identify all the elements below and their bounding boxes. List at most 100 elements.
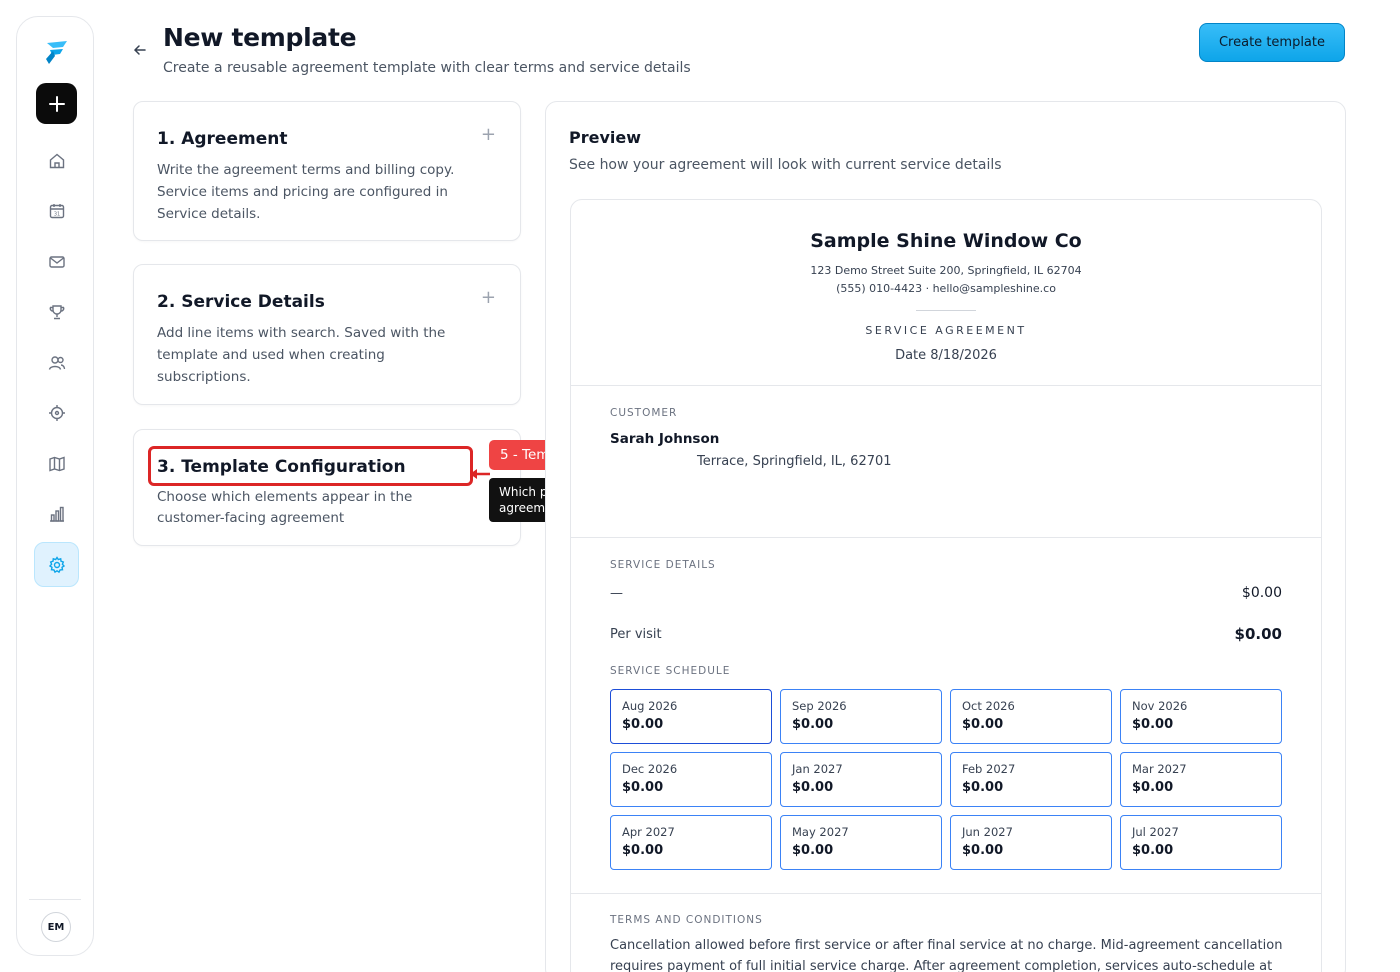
- home-icon: [49, 153, 64, 168]
- schedule-cell: Sep 2026 $0.00: [780, 689, 942, 744]
- document-date: Date 8/18/2026: [895, 348, 997, 363]
- divider: [571, 893, 1321, 894]
- sidebar-item-home[interactable]: [34, 138, 79, 183]
- schedule-amount: $0.00: [622, 717, 664, 732]
- calendar-icon: 31: [49, 203, 64, 218]
- app-logo[interactable]: [41, 37, 71, 67]
- schedule-month: Nov 2026: [1132, 699, 1188, 713]
- section-description: Write the agreement terms and billing co…: [157, 162, 455, 222]
- service-schedule-label: SERVICE SCHEDULE: [610, 665, 731, 677]
- schedule-month: Mar 2027: [1132, 762, 1187, 776]
- header-rule: [916, 310, 976, 311]
- schedule-amount: $0.00: [792, 717, 834, 732]
- schedule-month: Jun 2027: [962, 825, 1013, 839]
- section-card-service-details[interactable]: 2. Service Details + Add line items with…: [133, 264, 521, 405]
- schedule-cell: Nov 2026 $0.00: [1120, 689, 1282, 744]
- schedule-amount: $0.00: [792, 780, 834, 795]
- per-visit-label: Per visit: [610, 627, 662, 642]
- page-subtitle: Create a reusable agreement template wit…: [163, 60, 691, 76]
- sidebar-item-map[interactable]: [34, 441, 79, 486]
- schedule-cell: Aug 2026 $0.00: [610, 689, 772, 744]
- map-icon: [48, 456, 65, 471]
- schedule-month: Aug 2026: [622, 699, 678, 713]
- company-contact: (555) 010-4423 · hello@sampleshine.co: [836, 282, 1056, 295]
- schedule-month: Feb 2027: [962, 762, 1016, 776]
- customer-label: CUSTOMER: [610, 407, 678, 419]
- schedule-month: Jul 2027: [1132, 825, 1179, 839]
- section-title: 2. Service Details: [157, 292, 325, 312]
- users-icon: [48, 355, 65, 370]
- customer-address: Terrace, Springfield, IL, 62701: [697, 454, 892, 469]
- company-address: 123 Demo Street Suite 200, Springfield, …: [810, 264, 1082, 277]
- create-template-button[interactable]: Create template: [1199, 23, 1345, 62]
- page-title: New template: [163, 23, 357, 52]
- annotation-highlight: [148, 446, 473, 486]
- section-card-agreement[interactable]: 1. Agreement + Write the agreement terms…: [133, 101, 521, 241]
- schedule-month: Sep 2026: [792, 699, 847, 713]
- sidebar-divider: [29, 899, 81, 900]
- schedule-month: Jan 2027: [792, 762, 843, 776]
- back-button[interactable]: [130, 40, 150, 60]
- schedule-month: Oct 2026: [962, 699, 1015, 713]
- agreement-document: Sample Shine Window Co 123 Demo Street S…: [570, 199, 1322, 972]
- schedule-cell: May 2027 $0.00: [780, 815, 942, 870]
- schedule-cell: Mar 2027 $0.00: [1120, 752, 1282, 807]
- preview-subtitle: See how your agreement will look with cu…: [569, 157, 1002, 173]
- sidebar-item-calendar[interactable]: 31: [34, 188, 79, 233]
- document-type: SERVICE AGREEMENT: [865, 324, 1027, 337]
- service-item-price: $0.00: [1241, 585, 1282, 601]
- schedule-amount: $0.00: [962, 717, 1004, 732]
- trophy-icon: [49, 304, 64, 319]
- mail-icon: [48, 255, 65, 268]
- sidebar-item-reports[interactable]: [34, 491, 79, 536]
- service-item-name: —: [610, 586, 623, 601]
- expand-plus-icon[interactable]: +: [481, 126, 496, 144]
- section-title: 1. Agreement: [157, 129, 288, 149]
- divider: [571, 537, 1321, 538]
- schedule-month: May 2027: [792, 825, 849, 839]
- service-schedule-grid: Aug 2026 $0.00 Sep 2026 $0.00 Oct 2026 $0.0…: [610, 689, 1283, 870]
- sidebar-item-trophy[interactable]: [34, 289, 79, 334]
- schedule-amount: $0.00: [962, 843, 1004, 858]
- divider: [571, 385, 1321, 386]
- service-details-label: SERVICE DETAILS: [610, 559, 716, 571]
- section-description: Choose which elements appear in the cust…: [157, 489, 413, 526]
- sidebar-item-target[interactable]: [34, 390, 79, 435]
- sidebar-item-settings[interactable]: [34, 542, 79, 587]
- sidebar-item-mail[interactable]: [34, 239, 79, 284]
- user-avatar[interactable]: EM: [41, 912, 71, 942]
- preview-panel: Preview See how your agreement will look…: [545, 101, 1346, 972]
- terms-label: TERMS AND CONDITIONS: [610, 914, 763, 926]
- schedule-cell: Apr 2027 $0.00: [610, 815, 772, 870]
- schedule-amount: $0.00: [1132, 780, 1174, 795]
- schedule-cell: Jul 2027 $0.00: [1120, 815, 1282, 870]
- per-visit-price: $0.00: [1234, 625, 1282, 643]
- expand-plus-icon[interactable]: +: [481, 289, 496, 307]
- schedule-cell: Jan 2027 $0.00: [780, 752, 942, 807]
- sidebar-item-users[interactable]: [34, 340, 79, 385]
- schedule-cell: Feb 2027 $0.00: [950, 752, 1112, 807]
- bar-chart-icon: [49, 506, 64, 522]
- svg-text:31: 31: [53, 211, 59, 217]
- schedule-month: Apr 2027: [622, 825, 675, 839]
- schedule-month: Dec 2026: [622, 762, 678, 776]
- schedule-cell: Dec 2026 $0.00: [610, 752, 772, 807]
- sidebar: 31 EM: [16, 16, 94, 956]
- schedule-amount: $0.00: [1132, 843, 1174, 858]
- target-icon: [48, 404, 65, 421]
- section-description: Add line items with search. Saved with t…: [157, 325, 446, 385]
- arrow-left-icon: [133, 45, 146, 55]
- schedule-amount: $0.00: [792, 843, 834, 858]
- annotation-arrow-icon: [470, 469, 490, 479]
- preview-title: Preview: [569, 128, 642, 147]
- settings-icon: [48, 555, 65, 573]
- create-new-button[interactable]: [36, 83, 77, 124]
- terms-text: Cancellation allowed before first servic…: [610, 938, 1283, 972]
- schedule-amount: $0.00: [1132, 717, 1174, 732]
- plus-icon: [48, 95, 65, 112]
- customer-name: Sarah Johnson: [610, 431, 720, 447]
- company-name: Sample Shine Window Co: [810, 230, 1082, 252]
- schedule-amount: $0.00: [622, 843, 664, 858]
- schedule-cell: Oct 2026 $0.00: [950, 689, 1112, 744]
- schedule-amount: $0.00: [622, 780, 664, 795]
